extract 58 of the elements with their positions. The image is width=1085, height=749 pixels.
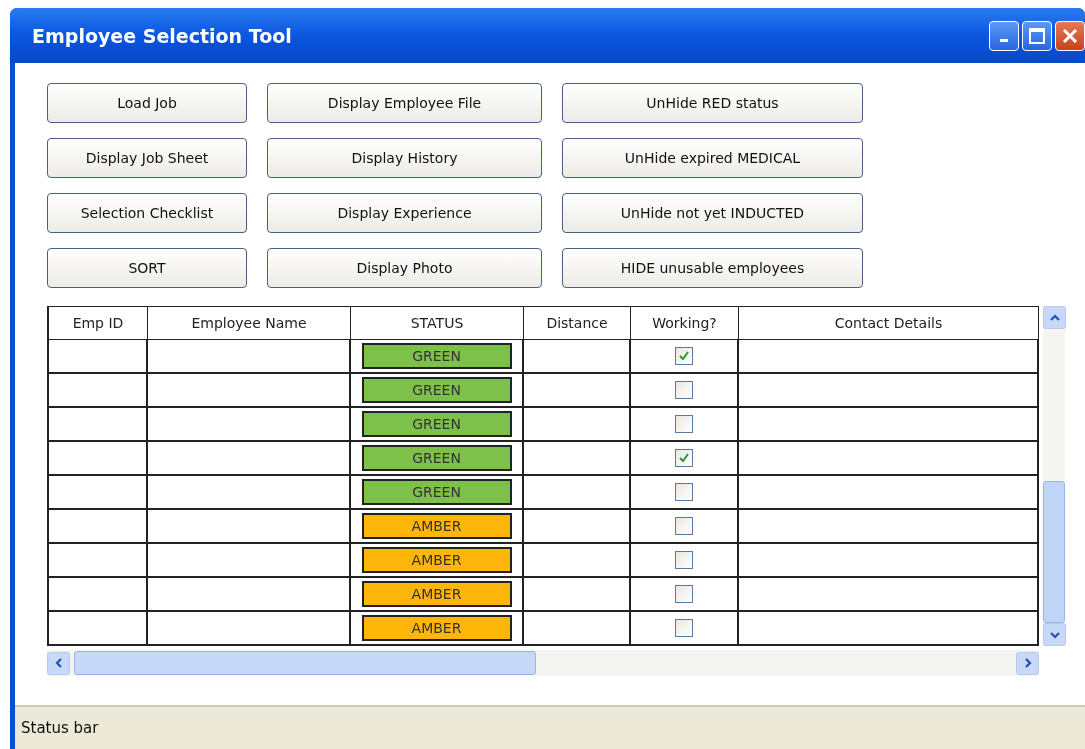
working-checkbox[interactable] <box>675 483 693 501</box>
vertical-scrollbar[interactable] <box>1043 306 1065 646</box>
scroll-down-button[interactable] <box>1043 623 1066 646</box>
action-button[interactable]: Selection Checklist <box>47 193 247 233</box>
column-header: Working? <box>631 306 739 340</box>
scrollbar-thumb[interactable] <box>1043 481 1065 623</box>
action-button[interactable]: Display Photo <box>267 248 542 288</box>
action-button[interactable]: Display Experience <box>267 193 542 233</box>
working-checkbox[interactable] <box>675 381 693 399</box>
action-button[interactable]: Display Employee File <box>267 83 542 123</box>
status-label: GREEN <box>361 343 512 369</box>
chevron-right-icon <box>1022 658 1033 668</box>
action-button[interactable]: Load Job <box>47 83 247 123</box>
working-checkbox[interactable] <box>675 415 693 433</box>
status-text: Status bar <box>21 719 99 737</box>
scroll-right-button[interactable] <box>1016 651 1039 675</box>
column-header: STATUS <box>351 306 524 340</box>
action-button[interactable]: SORT <box>47 248 247 288</box>
window-title: Employee Selection Tool <box>32 24 292 47</box>
horizontal-scrollbar[interactable] <box>47 650 1039 676</box>
chevron-down-icon <box>1049 629 1060 640</box>
chevron-up-icon <box>1049 312 1060 323</box>
status-label: AMBER <box>361 581 512 607</box>
working-checkbox[interactable] <box>675 449 693 467</box>
working-checkbox[interactable] <box>675 585 693 603</box>
maximize-icon <box>1029 27 1045 44</box>
status-label: AMBER <box>361 615 512 641</box>
working-checkbox[interactable] <box>675 517 693 535</box>
column-header: Employee Name <box>148 306 351 340</box>
action-button[interactable]: UnHide RED status <box>562 83 863 123</box>
minimize-button[interactable] <box>989 20 1019 51</box>
working-checkbox[interactable] <box>675 347 693 365</box>
checkmark-icon <box>678 452 690 464</box>
close-icon <box>1062 27 1078 44</box>
working-checkbox[interactable] <box>675 551 693 569</box>
action-button[interactable]: Display Job Sheet <box>47 138 247 178</box>
scroll-up-button[interactable] <box>1043 306 1066 329</box>
maximize-button[interactable] <box>1022 20 1052 51</box>
column-header: Contact Details <box>739 306 1039 340</box>
status-label: AMBER <box>361 513 512 539</box>
checkmark-icon <box>678 350 690 362</box>
action-button[interactable]: HIDE unusable employees <box>562 248 863 288</box>
status-label: GREEN <box>361 479 512 505</box>
scrollbar-thumb[interactable] <box>74 651 536 675</box>
action-button[interactable]: Display History <box>267 138 542 178</box>
scroll-left-button[interactable] <box>47 651 70 675</box>
chevron-left-icon <box>53 658 64 668</box>
working-checkbox[interactable] <box>675 619 693 637</box>
minimize-icon <box>1000 39 1008 42</box>
status-label: GREEN <box>361 445 512 471</box>
column-header: Emp ID <box>49 306 148 340</box>
action-button[interactable]: UnHide expired MEDICAL <box>562 138 863 178</box>
column-header: Distance <box>524 306 631 340</box>
close-button[interactable] <box>1055 20 1085 51</box>
status-label: AMBER <box>361 547 512 573</box>
status-label: GREEN <box>361 411 512 437</box>
action-button[interactable]: UnHide not yet INDUCTED <box>562 193 863 233</box>
status-label: GREEN <box>361 377 512 403</box>
